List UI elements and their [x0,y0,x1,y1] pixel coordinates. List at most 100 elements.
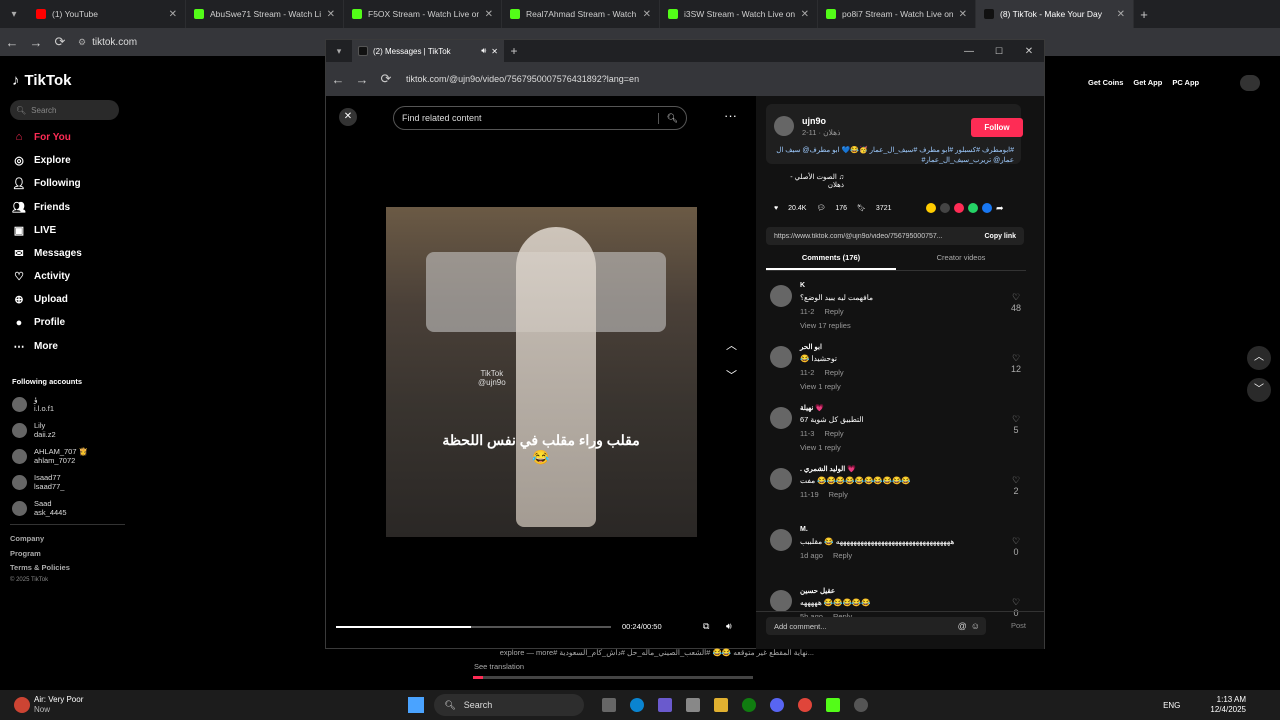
bookmark-icon[interactable]: 🔖︎ [857,204,866,212]
see-translation[interactable]: See translation [474,662,524,671]
sidebar-item-for-you[interactable]: ⌂ For You [12,131,71,143]
comment-like[interactable]: ♡ 0 [1006,597,1026,618]
commenter-avatar[interactable] [770,346,792,368]
sidebar-item-friends[interactable]: 👥︎ Friends [12,201,70,214]
browser-tab[interactable]: (1) YouTube ✕ [28,0,186,28]
reply-button[interactable]: Reply [824,307,843,316]
prev-video-icon[interactable]: ︿ [1247,346,1271,370]
comment-like[interactable]: ♡ 48 [1006,292,1026,313]
close-video-icon[interactable]: ✕ [339,108,357,126]
pc-app-link[interactable]: PC App [1172,78,1199,87]
clock[interactable]: 1:13 AM 12/4/2025 [1210,695,1246,715]
close-tab-icon[interactable]: ✕ [1117,9,1125,20]
prev-video-icon[interactable]: ︿ [726,337,737,353]
new-tab-button[interactable]: + [504,44,524,58]
reply-button[interactable]: Reply [824,429,843,438]
task-view-icon[interactable] [602,698,617,712]
reply-button[interactable]: Reply [829,490,848,499]
commenter-name[interactable]: عقيل حسين [800,587,835,595]
sidebar-item-upload[interactable]: ⊕ Upload [12,293,68,306]
next-video-icon[interactable]: ﹀ [1247,378,1271,402]
more-options-icon[interactable]: ··· [724,108,737,123]
reply-button[interactable]: Reply [833,551,852,560]
view-replies-link[interactable]: View 1 reply [800,382,841,391]
comment-like[interactable]: ♡ 2 [1006,475,1026,496]
whatsapp-icon[interactable] [968,203,978,213]
post-button[interactable]: Post [1011,621,1026,630]
commenter-name[interactable]: M. [800,526,808,533]
forward-icon[interactable]: → [350,72,374,87]
sidebar-item-explore[interactable]: ◎ Explore [12,154,71,167]
browser-tab[interactable]: Real7Ahmad Stream - Watch L ✕ [502,0,660,28]
following-account[interactable]: Saad ask_4445 [12,499,67,517]
following-account[interactable]: AHLAM_707 👸 ahlam_7072 [12,447,88,465]
author-handle[interactable]: ujn9o [802,116,826,126]
repost-icon[interactable] [954,203,964,213]
browser-tab[interactable]: AbuSwe71 Stream - Watch Live ✕ [186,0,344,28]
sidebar-item-live[interactable]: ▣ LIVE [12,224,56,237]
popup-url[interactable]: tiktok.com/@ujn9o/video/7567950007576431… [398,74,828,84]
start-icon[interactable] [408,697,425,713]
commenter-avatar[interactable] [770,468,792,490]
emoji-icon[interactable]: ☺ [971,621,980,631]
sidebar-item-profile[interactable]: ● Profile [12,317,65,329]
tab-list-icon[interactable]: ▾ [0,9,28,20]
footer-link[interactable]: Program [10,549,41,558]
following-account[interactable]: Lily daii.z2 [12,421,56,439]
browser-tab[interactable]: po8i7 Stream - Watch Live on K ✕ [818,0,976,28]
get-app-link[interactable]: Get App [1133,78,1162,87]
get-coins-link[interactable]: Get Coins [1088,78,1123,87]
back-icon[interactable]: ← [0,35,24,50]
follow-button[interactable]: Follow [971,118,1023,137]
close-tab-icon[interactable]: ✕ [491,47,498,56]
facebook-icon[interactable] [982,203,992,213]
popup-tab[interactable]: (2) Messages | TikTok 🔊︎ ✕ [352,40,504,62]
close-tab-icon[interactable]: ✕ [801,9,809,20]
close-tab-icon[interactable]: ✕ [327,9,335,20]
share-arrow-icon[interactable]: ➦ [996,203,1004,214]
sidebar-item-messages[interactable]: ✉ Messages [12,247,81,260]
add-comment-input[interactable]: Add comment... @ ☺ [766,617,986,635]
comment-like[interactable]: ♡ 5 [1006,414,1026,435]
chrome-icon[interactable] [798,698,813,712]
find-related-input[interactable]: Find related content 🔍︎ [393,106,687,130]
browser-tab[interactable]: i3SW Stream - Watch Live on K ✕ [660,0,818,28]
view-replies-link[interactable]: View 1 reply [800,443,841,452]
video-player[interactable]: TikTok @ujn9o [386,207,697,537]
close-tab-icon[interactable]: ✕ [169,9,177,20]
progress-track[interactable] [336,626,611,628]
commenter-name[interactable]: نهيلة 💗 [800,404,824,412]
commenter-name[interactable]: K [800,282,805,289]
sound-label[interactable]: ♫ الصوت الأصلي - ذهلان [774,173,844,189]
discord-icon[interactable] [770,698,785,712]
bottom-progress[interactable] [473,676,753,679]
browser-tab[interactable]: (8) TikTok - Make Your Day ✕ [976,0,1134,28]
forward-icon[interactable]: → [24,35,48,50]
heart-icon[interactable]: ♥ [774,205,778,212]
sidebar-item-following[interactable]: 👤︎ Following [12,177,81,190]
reload-icon[interactable]: ⟳ [48,34,72,50]
footer-link[interactable]: Company [10,534,44,543]
mention-icon[interactable]: @ [958,621,967,631]
reload-icon[interactable]: ⟳ [374,71,398,87]
maximize-icon[interactable]: ☐ [984,46,1014,57]
tab-comments[interactable]: Comments (176) [766,253,896,270]
weather-widget[interactable]: Air: Very Poor Now [34,695,83,715]
sidebar-item-more[interactable]: ⋯ More [12,340,58,353]
site-info-icon[interactable]: ⚙ [78,37,86,48]
store-icon[interactable] [686,698,701,712]
next-video-icon[interactable]: ﹀ [726,367,737,383]
avatar[interactable] [1240,75,1260,91]
search-icon[interactable]: 🔍︎ [657,112,686,124]
copilot-icon[interactable] [658,698,673,712]
view-replies-link[interactable]: View 17 replies [800,321,851,330]
new-tab-button[interactable]: + [1134,7,1154,22]
reply-button[interactable]: Reply [824,368,843,377]
folder-icon[interactable] [714,698,729,712]
close-tab-icon[interactable]: ✕ [485,9,493,20]
language-indicator[interactable]: ENG [1163,701,1180,710]
comment-icon[interactable]: 💬︎ [816,204,825,212]
following-account[interactable]: Isaad77 lsaad77_ [12,473,64,491]
author-avatar[interactable] [774,116,794,136]
close-tab-icon[interactable]: ✕ [643,9,651,20]
